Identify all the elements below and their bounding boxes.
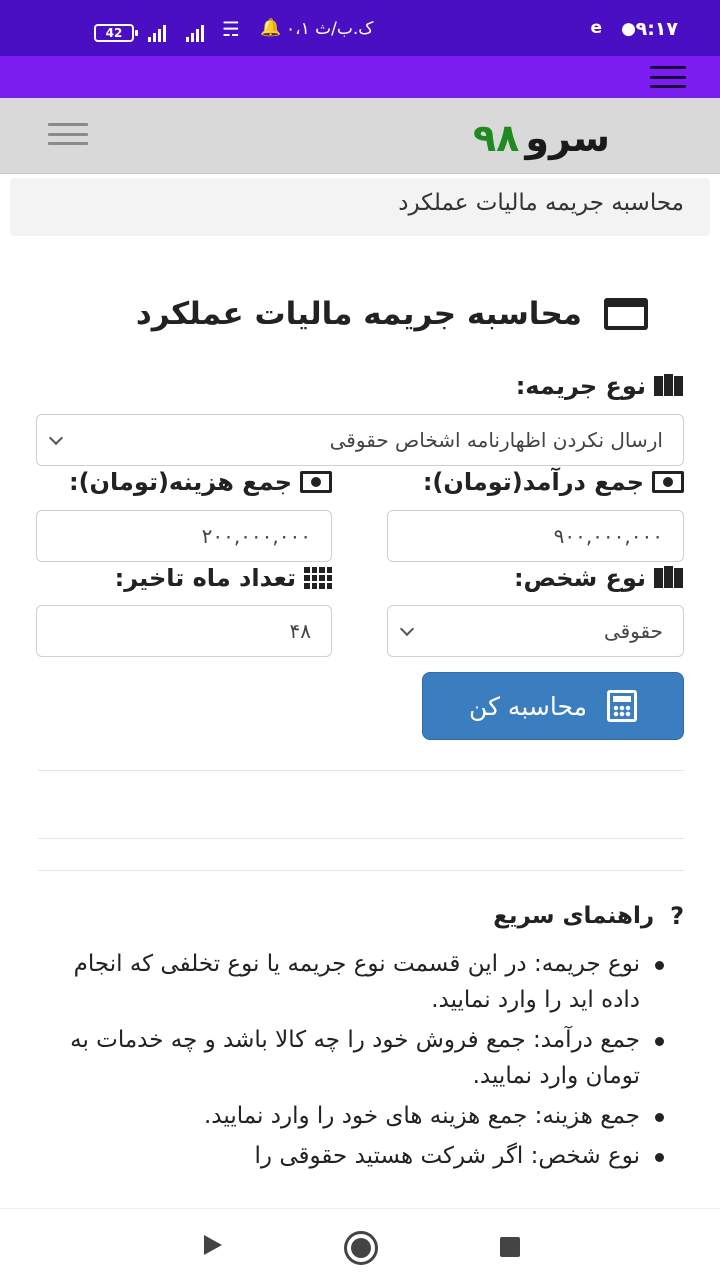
guide-title: ? راهنمای سریع (493, 902, 684, 930)
income-input[interactable]: ۹۰۰,۰۰۰,۰۰۰ (387, 510, 684, 562)
person-type-label-text: نوع شخص: (513, 564, 646, 592)
list-item: نوع جریمه: در این قسمت نوع جریمه یا نوع … (30, 946, 664, 1018)
home-icon[interactable] (344, 1231, 378, 1265)
recent-apps-icon[interactable] (500, 1237, 520, 1257)
wifi-icon: ☴ (222, 17, 240, 41)
divider (38, 870, 684, 871)
delay-months-value: ۴۸ (289, 619, 311, 643)
calculate-button[interactable]: محاسبه کن (422, 672, 684, 740)
signal-icon-2 (148, 24, 172, 42)
cost-value: ۲۰۰,۰۰۰,۰۰۰ (201, 524, 311, 548)
penalty-type-label-text: نوع جریمه: (515, 372, 646, 400)
money-icon (300, 471, 332, 493)
cost-label: جمع هزینه(تومان): (69, 468, 332, 496)
menu-icon[interactable] (48, 123, 88, 145)
site-logo[interactable]: سرو۹۸ (473, 116, 610, 160)
list-item: نوع شخص: اگر شرکت هستید حقوقی را (30, 1138, 664, 1174)
income-label: جمع درآمد(تومان): (423, 468, 684, 496)
penalty-type-label: نوع جریمه: (516, 372, 684, 400)
guide-title-text: راهنمای سریع (493, 903, 655, 929)
delay-months-label: تعداد ماه تاخیر: (115, 564, 332, 592)
site-header: سرو۹۸ (0, 98, 720, 174)
breadcrumb: محاسبه جریمه مالیات عملکرد (10, 178, 710, 236)
navigation-bar (0, 1208, 720, 1280)
battery-indicator: 42 (94, 24, 138, 42)
income-value: ۹۰۰,۰۰۰,۰۰۰ (553, 524, 663, 548)
penalty-type-value: ارسال نکردن اظهارنامه اشخاص حقوقی (329, 428, 663, 452)
logo-number: ۹۸ (472, 116, 520, 160)
app-bar (0, 56, 720, 98)
signal-icon (186, 24, 210, 42)
list-item: جمع درآمد: جمع فروش خود را چه کالا باشد … (30, 1022, 664, 1094)
app-notification-icon: ● (621, 19, 636, 39)
map-icon (654, 566, 684, 590)
status-time: ۹:۱۷ (635, 18, 678, 40)
chevron-down-icon (399, 621, 415, 637)
list-item: جمع هزینه: جمع هزینه های خود را وارد نما… (30, 1098, 664, 1134)
browser-notification-icon: e (590, 18, 602, 38)
cost-label-text: جمع هزینه(تومان): (68, 468, 292, 496)
person-type-select[interactable]: حقوقی (387, 605, 684, 657)
divider (38, 838, 684, 839)
logo-word: سرو (525, 116, 610, 160)
mute-icon: 🔔 (260, 18, 282, 38)
page-title-text: محاسبه جریمه مالیات عملکرد (135, 296, 582, 332)
page-title: محاسبه جریمه مالیات عملکرد (136, 296, 648, 332)
status-bar: ۹:۱۷ ● e ۰،۱ ک.ب/ث 🔔 ☴ 42 (0, 0, 720, 56)
calculator-icon (606, 690, 637, 722)
chevron-down-icon (48, 430, 64, 446)
person-type-label: نوع شخص: (514, 564, 684, 592)
network-speed: ۰،۱ ک.ب/ث (286, 19, 374, 39)
guide-list: نوع جریمه: در این قسمت نوع جریمه یا نوع … (30, 946, 664, 1178)
question-icon: ? (670, 902, 684, 930)
map-icon (654, 374, 684, 398)
money-icon (652, 471, 684, 493)
penalty-type-select[interactable]: ارسال نکردن اظهارنامه اشخاص حقوقی (36, 414, 684, 466)
income-label-text: جمع درآمد(تومان): (422, 468, 644, 496)
delay-months-label-text: تعداد ماه تاخیر: (114, 564, 296, 592)
divider (38, 770, 684, 771)
person-type-value: حقوقی (603, 619, 663, 643)
app-menu-icon[interactable] (650, 66, 686, 88)
calculate-button-label: محاسبه کن (469, 691, 587, 721)
back-icon[interactable] (204, 1235, 222, 1255)
cost-input[interactable]: ۲۰۰,۰۰۰,۰۰۰ (36, 510, 332, 562)
grid-icon (304, 567, 332, 589)
delay-months-input[interactable]: ۴۸ (36, 605, 332, 657)
window-icon (604, 298, 648, 330)
